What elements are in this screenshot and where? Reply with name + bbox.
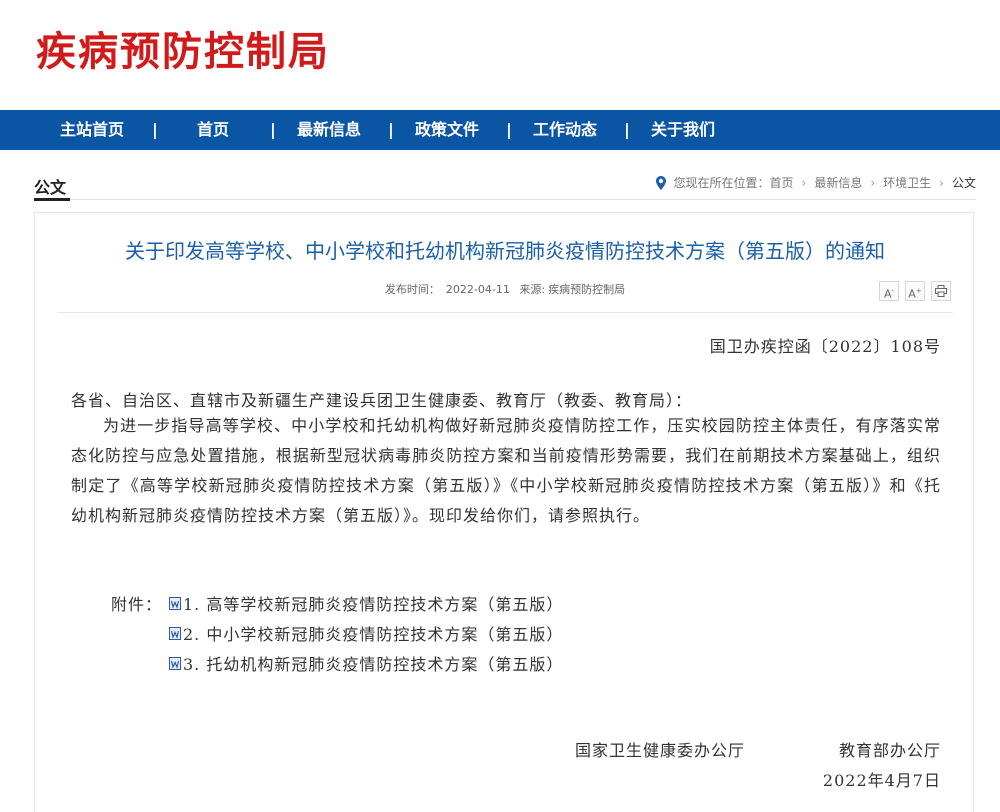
nav-item-latest-info[interactable]: 最新信息 xyxy=(297,110,361,150)
nav-item-work-updates[interactable]: 工作动态 xyxy=(533,110,597,150)
nav-separator: | xyxy=(270,120,276,139)
section-title-underline xyxy=(34,198,70,201)
font-increase-button[interactable]: A+ xyxy=(905,281,925,301)
attachments-label: 附件： xyxy=(111,595,163,614)
article-tools: A- A+ xyxy=(879,281,951,301)
printer-icon xyxy=(935,285,947,297)
main-nav: 主站首页 | 首页 | 最新信息 | 政策文件 | 工作动态 | 关于我们 xyxy=(0,110,1000,150)
nav-item-policy-documents[interactable]: 政策文件 xyxy=(415,110,479,150)
article-meta: 发布时间： 2022-04-11 来源: 疾病预防控制局 xyxy=(35,281,975,297)
attachment-link[interactable]: 1. 高等学校新冠肺炎疫情防控技术方案（第五版） xyxy=(183,591,563,615)
breadcrumb-home[interactable]: 首页 xyxy=(770,174,794,191)
salutation: 各省、自治区、直辖市及新疆生产建设兵团卫生健康委、教育厅（教委、教育局）： xyxy=(71,391,693,410)
publish-date-label: 发布时间： xyxy=(384,283,440,296)
nav-separator: | xyxy=(624,120,630,139)
breadcrumb-arrow: › xyxy=(939,175,944,190)
breadcrumb-prefix: 您现在所在位置： xyxy=(673,176,770,190)
meta-divider xyxy=(57,312,953,313)
section-title: 公文 xyxy=(34,178,67,197)
document-number: 国卫办疾控函〔2022〕108号 xyxy=(709,337,941,356)
attachment-item[interactable]: 1. 高等学校新冠肺炎疫情防控技术方案（第五版） xyxy=(169,591,563,615)
location-pin-icon xyxy=(656,175,667,190)
breadcrumb-arrow: › xyxy=(870,175,876,190)
nav-item-home[interactable]: 首页 xyxy=(197,110,229,150)
word-doc-icon xyxy=(169,596,181,610)
signatory-moe: 教育部办公厅 xyxy=(838,741,941,760)
source-label: 来源: xyxy=(519,283,546,296)
publish-date: 2022-04-11 xyxy=(445,283,510,296)
font-decrease-button[interactable]: A- xyxy=(879,281,899,301)
article-title: 关于印发高等学校、中小学校和托幼机构新冠肺炎疫情防控技术方案（第五版）的通知 xyxy=(125,239,885,263)
breadcrumb-environmental-health[interactable]: 环境卫生 xyxy=(883,174,931,191)
attachment-link[interactable]: 3. 托幼机构新冠肺炎疫情防控技术方案（第五版） xyxy=(183,651,563,675)
breadcrumb-current: 公文 xyxy=(951,176,976,190)
breadcrumb-arrow: › xyxy=(801,175,807,190)
nav-item-about-us[interactable]: 关于我们 xyxy=(651,110,715,150)
article-container: 关于印发高等学校、中小学校和托幼机构新冠肺炎疫情防控技术方案（第五版）的通知 发… xyxy=(34,212,974,812)
section-divider xyxy=(34,199,976,200)
nav-separator: | xyxy=(152,120,158,139)
site-title: 疾病预防控制局 xyxy=(36,29,330,75)
nav-separator: | xyxy=(506,120,512,139)
attachment-item[interactable]: 3. 托幼机构新冠肺炎疫情防控技术方案（第五版） xyxy=(169,651,563,675)
attachment-item[interactable]: 2. 中小学校新冠肺炎疫情防控技术方案（第五版） xyxy=(169,621,563,645)
nav-separator: | xyxy=(388,120,394,139)
nav-item-main-home[interactable]: 主站首页 xyxy=(60,110,124,150)
signatory-nhc: 国家卫生健康委办公厅 xyxy=(575,741,746,760)
word-doc-icon xyxy=(169,656,181,670)
attachment-link[interactable]: 2. 中小学校新冠肺炎疫情防控技术方案（第五版） xyxy=(183,621,563,645)
print-button[interactable] xyxy=(931,281,951,301)
breadcrumb-latest-info[interactable]: 最新信息 xyxy=(814,174,862,191)
word-doc-icon xyxy=(169,626,181,640)
body-paragraph: 为进一步指导高等学校、中小学校和托幼机构做好新冠肺炎疫情防控工作，压实校园防控主… xyxy=(71,416,941,525)
breadcrumb: 您现在所在位置： 首页 › 最新信息 › 环境卫生 › 公文 xyxy=(655,174,976,191)
sign-date: 2022年4月7日 xyxy=(822,771,941,790)
source: 疾病预防控制局 xyxy=(548,283,626,296)
